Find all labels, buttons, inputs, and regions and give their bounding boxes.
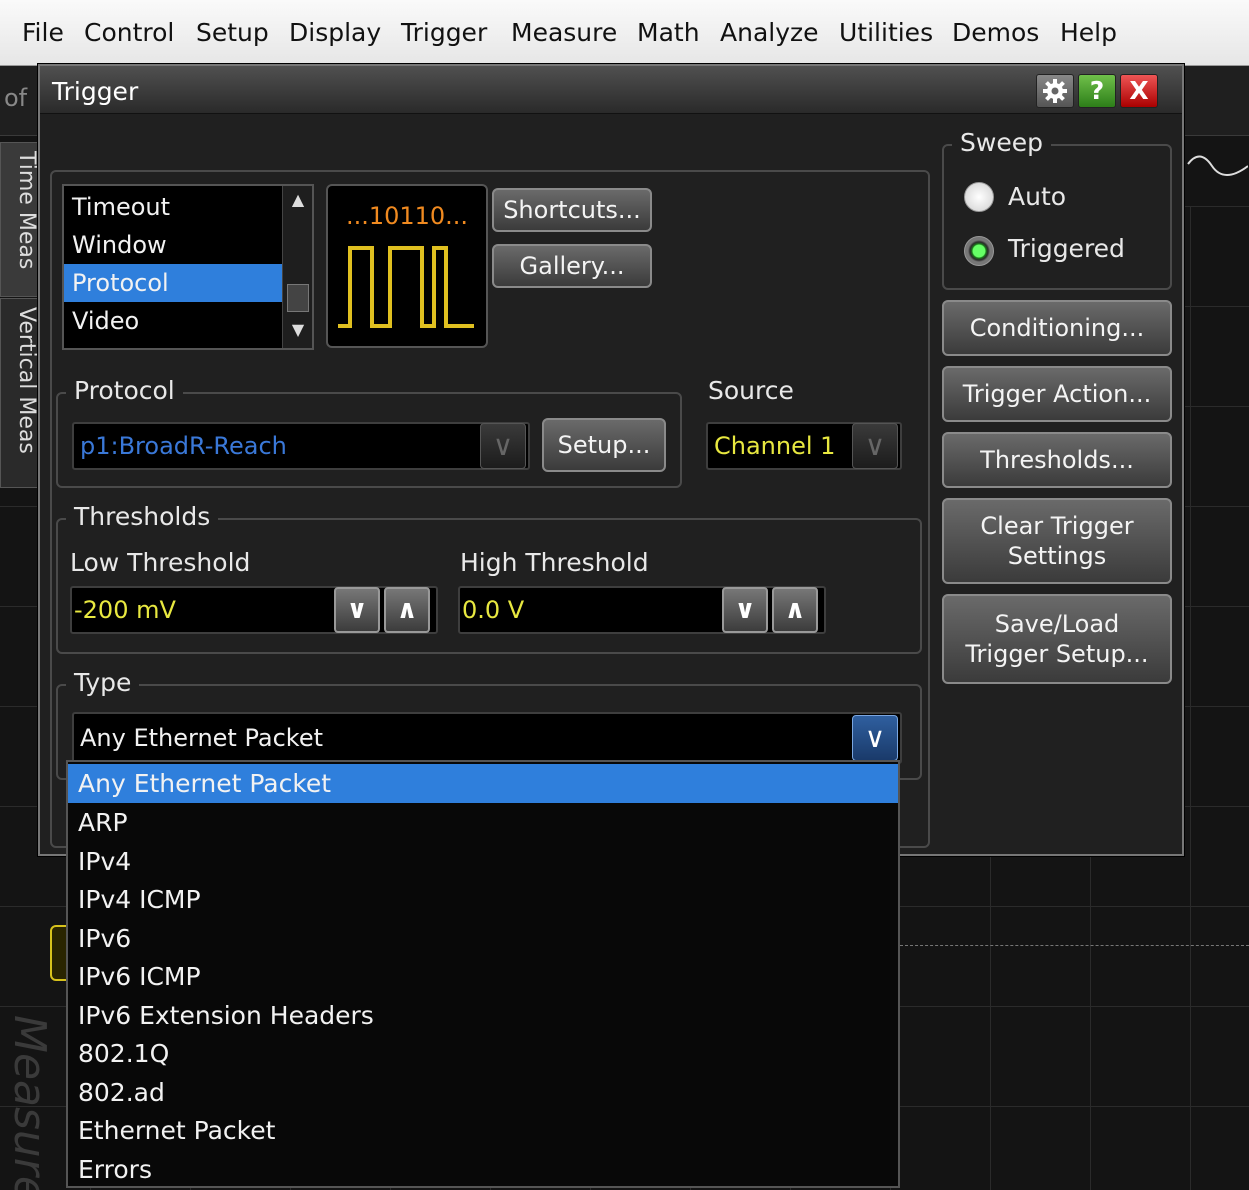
waveform-trace xyxy=(900,945,1249,946)
menu-demos[interactable]: Demos xyxy=(952,18,1039,47)
trigger-type-list[interactable]: Timeout Window Protocol Video ▲ ▼ xyxy=(62,184,314,350)
waveform-preview-icon xyxy=(338,246,474,328)
menu-bar: File Control Setup Display Trigger Measu… xyxy=(0,0,1249,66)
save-load-line2: Trigger Setup... xyxy=(965,640,1149,668)
low-threshold-increase-icon[interactable]: ∧ xyxy=(384,587,430,633)
gallery-button[interactable]: Gallery... xyxy=(492,244,652,288)
list-item-video[interactable]: Video xyxy=(64,302,282,340)
menu-analyze[interactable]: Analyze xyxy=(720,18,819,47)
sweep-auto-radio[interactable] xyxy=(964,182,994,212)
thresholds-group-label: Thresholds xyxy=(66,502,219,531)
save-load-line1: Save/Load xyxy=(994,610,1120,638)
menu-help[interactable]: Help xyxy=(1060,18,1117,47)
chevron-down-icon[interactable]: ∨ xyxy=(852,715,898,761)
source-label: Source xyxy=(708,376,794,405)
menu-control[interactable]: Control xyxy=(84,18,174,47)
conditioning-button[interactable]: Conditioning... xyxy=(942,300,1172,356)
protocol-setup-button[interactable]: Setup... xyxy=(542,418,666,472)
dropdown-option-ipv4[interactable]: IPv4 xyxy=(68,842,898,881)
clear-trigger-line1: Clear Trigger xyxy=(980,512,1134,540)
dropdown-option-errors[interactable]: Errors xyxy=(68,1150,898,1189)
dropdown-option-802-1q[interactable]: 802.1Q xyxy=(68,1034,898,1073)
high-threshold-label: High Threshold xyxy=(460,548,649,577)
menu-display[interactable]: Display xyxy=(289,18,381,47)
menu-setup[interactable]: Setup xyxy=(196,18,269,47)
trigger-preview: ...10110... xyxy=(326,184,488,348)
menu-math[interactable]: Math xyxy=(637,18,700,47)
chevron-down-icon[interactable]: ∨ xyxy=(852,423,898,469)
menu-trigger[interactable]: Trigger xyxy=(401,18,487,47)
save-load-trigger-setup-button[interactable]: Save/Load Trigger Setup... xyxy=(942,594,1172,684)
dropdown-option-arp[interactable]: ARP xyxy=(68,803,898,842)
list-item-protocol[interactable]: Protocol xyxy=(64,264,282,302)
sweep-group-label: Sweep xyxy=(952,128,1051,157)
dropdown-option-ipv6[interactable]: IPv6 xyxy=(68,919,898,958)
list-scrollbar[interactable]: ▲ ▼ xyxy=(282,186,312,348)
dropdown-option-any-ethernet-packet[interactable]: Any Ethernet Packet xyxy=(68,764,898,803)
dialog-titlebar[interactable]: Trigger ? X xyxy=(40,66,1182,114)
list-item-timeout[interactable]: Timeout xyxy=(64,188,282,226)
high-threshold-decrease-icon[interactable]: ∨ xyxy=(722,587,768,633)
protocol-group-label: Protocol xyxy=(66,376,183,405)
trigger-action-button[interactable]: Trigger Action... xyxy=(942,366,1172,422)
tab-time-meas[interactable]: Time Meas xyxy=(0,142,40,297)
clear-trigger-line2: Settings xyxy=(1007,542,1107,570)
type-select[interactable]: Any Ethernet Packet xyxy=(72,712,902,764)
sweep-triggered-radio[interactable] xyxy=(964,236,994,266)
measure-watermark: Measure xyxy=(4,1015,55,1190)
menu-measure[interactable]: Measure xyxy=(511,18,617,47)
low-threshold-label: Low Threshold xyxy=(70,548,251,577)
protocol-select[interactable]: p1:BroadR-Reach xyxy=(72,422,530,470)
menu-utilities[interactable]: Utilities xyxy=(839,18,933,47)
dropdown-option-ipv6-ext-headers[interactable]: IPv6 Extension Headers xyxy=(68,996,898,1035)
scroll-down-icon[interactable]: ▼ xyxy=(283,320,313,339)
low-threshold-decrease-icon[interactable]: ∨ xyxy=(334,587,380,633)
type-group-label: Type xyxy=(66,668,140,697)
high-threshold-increase-icon[interactable]: ∧ xyxy=(772,587,818,633)
sweep-group xyxy=(942,144,1172,290)
clear-trigger-settings-button[interactable]: Clear Trigger Settings xyxy=(942,498,1172,584)
help-icon[interactable]: ? xyxy=(1078,74,1116,108)
list-item-window[interactable]: Window xyxy=(64,226,282,264)
low-threshold-field[interactable]: -200 mV xyxy=(70,586,438,634)
thresholds-button[interactable]: Thresholds... xyxy=(942,432,1172,488)
sweep-auto-label[interactable]: Auto xyxy=(1008,182,1066,211)
gear-icon[interactable] xyxy=(1036,74,1074,108)
scroll-up-icon[interactable]: ▲ xyxy=(283,190,313,209)
dropdown-option-802-ad[interactable]: 802.ad xyxy=(68,1073,898,1112)
close-icon[interactable]: X xyxy=(1120,74,1158,108)
dialog-title: Trigger xyxy=(52,77,139,106)
high-threshold-field[interactable]: 0.0 V xyxy=(458,586,826,634)
toolstrip-fragment: of xyxy=(4,84,28,112)
type-dropdown-list[interactable]: Any Ethernet Packet ARP IPv4 IPv4 ICMP I… xyxy=(66,760,900,1188)
trigger-dialog: Trigger ? X Timeout Window Protocol Vide… xyxy=(38,64,1184,856)
tab-vertical-meas[interactable]: Vertical Meas xyxy=(0,298,40,488)
dropdown-option-ipv4-icmp[interactable]: IPv4 ICMP xyxy=(68,880,898,919)
preview-bits: ...10110... xyxy=(345,202,469,230)
sweep-triggered-label[interactable]: Triggered xyxy=(1008,234,1125,263)
menu-file[interactable]: File xyxy=(22,18,64,47)
dropdown-option-ethernet-packet[interactable]: Ethernet Packet xyxy=(68,1111,898,1150)
waveform-fragment xyxy=(1187,155,1248,176)
scroll-thumb[interactable] xyxy=(287,284,309,312)
chevron-down-icon[interactable]: ∨ xyxy=(480,423,526,469)
dropdown-option-ipv6-icmp[interactable]: IPv6 ICMP xyxy=(68,957,898,996)
shortcuts-button[interactable]: Shortcuts... xyxy=(492,188,652,232)
